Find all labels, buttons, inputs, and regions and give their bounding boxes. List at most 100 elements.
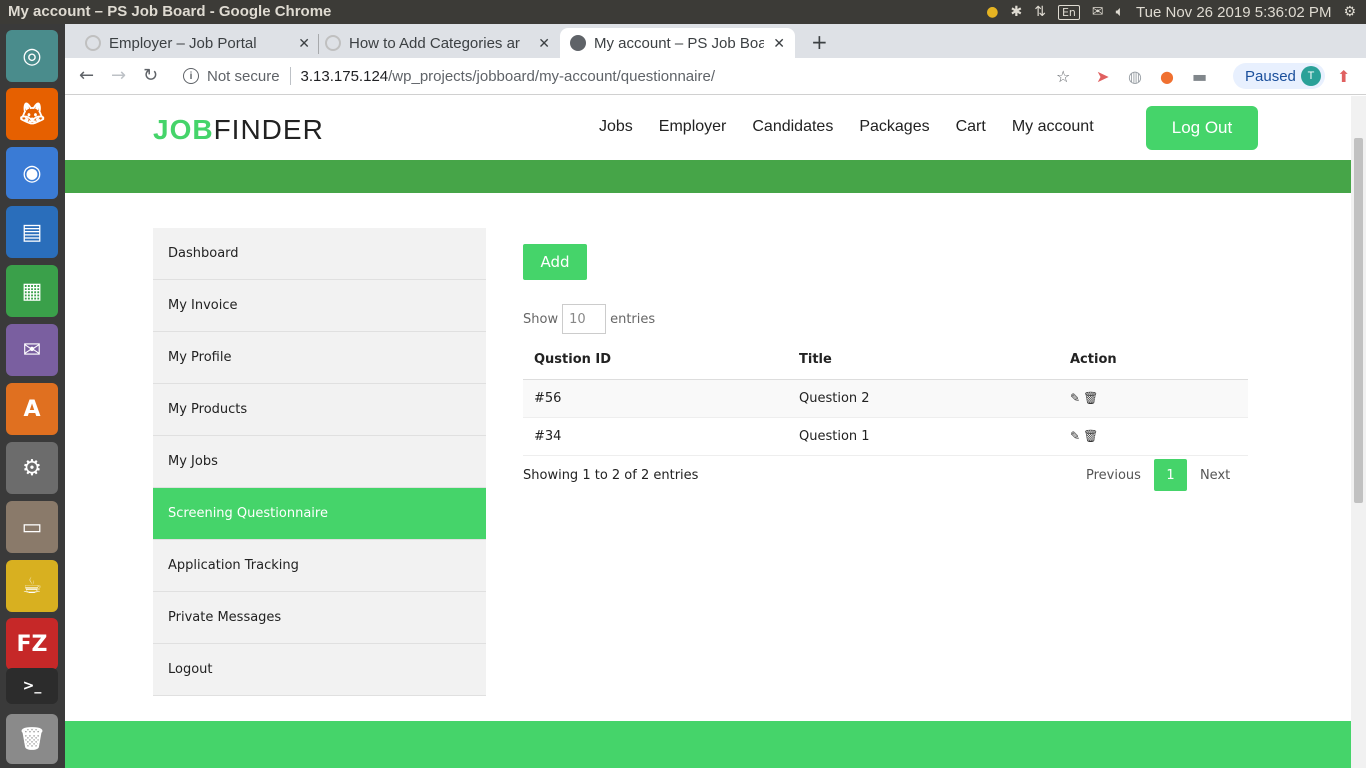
network-icon[interactable]: ⇅ bbox=[1034, 4, 1046, 20]
os-top-panel: My account – PS Job Board - Google Chrom… bbox=[0, 0, 1366, 24]
reload-icon[interactable]: ↻ bbox=[143, 65, 158, 86]
mail-icon[interactable]: ✉ bbox=[1092, 4, 1104, 20]
loading-icon bbox=[325, 35, 341, 51]
volume-icon[interactable]: 🔈︎ bbox=[1116, 4, 1124, 20]
entries-length-control: Show 10 entries bbox=[523, 304, 655, 334]
table-row: #34 Question 1 ✎🗑︎ bbox=[523, 417, 1248, 456]
question-id-cell: #56 bbox=[523, 379, 788, 418]
chrome-tray-icon[interactable]: ● bbox=[986, 4, 998, 20]
nav-jobs[interactable]: Jobs bbox=[599, 118, 633, 136]
pidgin-icon[interactable]: ✉ bbox=[6, 324, 58, 376]
sidebar-item-my-jobs[interactable]: My Jobs bbox=[153, 436, 486, 488]
main-nav: Jobs Employer Candidates Packages Cart M… bbox=[599, 118, 1094, 136]
sidebar-item-application-tracking[interactable]: Application Tracking bbox=[153, 540, 486, 592]
software-center-icon[interactable]: A bbox=[6, 383, 58, 435]
extension-arrow-icon[interactable]: ➤ bbox=[1096, 67, 1109, 86]
writer-icon[interactable]: ▤ bbox=[6, 206, 58, 258]
action-cell: ✎🗑︎ bbox=[1059, 417, 1248, 456]
teapot-icon[interactable]: ☕︎ bbox=[6, 560, 58, 612]
question-title-cell: Question 2 bbox=[788, 379, 1059, 418]
question-title-cell: Question 1 bbox=[788, 417, 1059, 456]
nav-my-account[interactable]: My account bbox=[1012, 118, 1094, 136]
logout-button[interactable]: Log Out bbox=[1146, 106, 1258, 150]
sidebar-item-my-invoice[interactable]: My Invoice bbox=[153, 280, 486, 332]
file-cabinet-icon[interactable]: ▭ bbox=[6, 501, 58, 553]
trash-icon[interactable]: 🗑︎ bbox=[6, 714, 58, 764]
sidebar-item-my-profile[interactable]: My Profile bbox=[153, 332, 486, 384]
filezilla-icon[interactable]: FZ bbox=[6, 618, 58, 670]
sidebar-item-logout[interactable]: Logout bbox=[153, 644, 486, 696]
update-icon[interactable]: ⬆ bbox=[1337, 67, 1350, 86]
table-header-row: Qustion ID Title Action bbox=[523, 341, 1248, 380]
table-info: Showing 1 to 2 of 2 entries bbox=[523, 468, 699, 483]
keyboard-layout-indicator[interactable]: En bbox=[1057, 4, 1080, 20]
sidebar-item-dashboard[interactable]: Dashboard bbox=[153, 228, 486, 280]
close-icon[interactable]: ✕ bbox=[773, 35, 785, 52]
extension-orange-icon[interactable]: ● bbox=[1160, 67, 1174, 86]
close-icon[interactable]: ✕ bbox=[298, 35, 310, 52]
nav-packages[interactable]: Packages bbox=[859, 118, 929, 136]
nav-cart[interactable]: Cart bbox=[956, 118, 986, 136]
next-page-button[interactable]: Next bbox=[1187, 468, 1243, 483]
page-scrollbar[interactable] bbox=[1351, 96, 1366, 768]
calc-icon[interactable]: ▦ bbox=[6, 265, 58, 317]
new-tab-button[interactable]: + bbox=[811, 30, 828, 54]
forward-arrow-icon[interactable]: → bbox=[111, 65, 126, 86]
back-arrow-icon[interactable]: ← bbox=[79, 65, 94, 86]
globe-extension-icon[interactable]: ◍ bbox=[1128, 67, 1142, 86]
edit-icon[interactable]: ✎ bbox=[1070, 429, 1083, 443]
sidebar-item-my-products[interactable]: My Products bbox=[153, 384, 486, 436]
nav-candidates[interactable]: Candidates bbox=[752, 118, 833, 136]
firefox-icon[interactable]: 🦊︎ bbox=[6, 88, 58, 140]
avatar: T bbox=[1301, 66, 1321, 86]
question-id-cell: #34 bbox=[523, 417, 788, 456]
footer-band bbox=[65, 721, 1351, 768]
add-question-button[interactable]: Add bbox=[523, 244, 587, 280]
chrome-icon[interactable]: ◉ bbox=[6, 147, 58, 199]
loading-icon bbox=[85, 35, 101, 51]
info-icon[interactable]: i bbox=[183, 68, 199, 84]
sidebar-item-screening-questionnaire[interactable]: Screening Questionnaire bbox=[153, 488, 486, 540]
chrome-tab-strip: Employer – Job Portal ✕ How to Add Categ… bbox=[65, 24, 1366, 58]
action-cell: ✎🗑︎ bbox=[1059, 379, 1248, 418]
system-tray: ● ✱ ⇅ En ✉ 🔈︎ Tue Nov 26 2019 5:36:02 PM… bbox=[986, 0, 1366, 24]
tab-how-to-add-categories[interactable]: How to Add Categories ar ✕ bbox=[325, 28, 560, 58]
account-sidebar: Dashboard My Invoice My Profile My Produ… bbox=[153, 228, 486, 696]
chrome-toolbar: ← → ↻ i Not secure 3.13.175.124 /wp_proj… bbox=[65, 58, 1366, 95]
pagination: Previous 1 Next bbox=[1073, 459, 1243, 491]
star-icon[interactable]: ☆ bbox=[1056, 67, 1070, 86]
questionnaire-table: Qustion ID Title Action #56 Question 2 ✎… bbox=[523, 341, 1248, 456]
terminal-icon[interactable]: >_ bbox=[6, 668, 58, 704]
gear-icon[interactable]: ⚙ bbox=[1343, 4, 1356, 20]
nav-employer[interactable]: Employer bbox=[659, 118, 727, 136]
trash-icon[interactable]: 🗑︎ bbox=[1083, 391, 1101, 405]
previous-page-button[interactable]: Previous bbox=[1073, 468, 1154, 483]
window-title: My account – PS Job Board - Google Chrom… bbox=[8, 3, 332, 20]
trash-icon[interactable]: 🗑︎ bbox=[1083, 429, 1101, 443]
site-logo[interactable]: JOBFINDER bbox=[153, 114, 324, 146]
column-header-title[interactable]: Title bbox=[788, 341, 1059, 380]
dash-icon[interactable]: ◎ bbox=[6, 30, 58, 82]
column-header-action[interactable]: Action bbox=[1059, 341, 1248, 380]
address-bar[interactable]: i Not secure 3.13.175.124 /wp_projects/j… bbox=[173, 62, 1113, 90]
entries-label: entries bbox=[610, 311, 656, 327]
database-extension-icon[interactable]: ▬ bbox=[1192, 67, 1207, 86]
tab-separator bbox=[318, 34, 319, 54]
tab-employer-job-portal[interactable]: Employer – Job Portal ✕ bbox=[85, 28, 320, 58]
scrollbar-thumb[interactable] bbox=[1354, 138, 1363, 503]
profile-status-chip[interactable]: Paused T bbox=[1233, 63, 1325, 89]
web-page: JOBFINDER Jobs Employer Candidates Packa… bbox=[65, 96, 1351, 768]
column-header-question-id[interactable]: Qustion ID bbox=[523, 341, 788, 380]
edit-icon[interactable]: ✎ bbox=[1070, 391, 1083, 405]
tab-my-account[interactable]: My account – PS Job Boar ✕ bbox=[560, 28, 795, 58]
entries-select[interactable]: 10 bbox=[562, 304, 607, 334]
profile-status-label: Paused bbox=[1245, 67, 1296, 85]
clock[interactable]: Tue Nov 26 2019 5:36:02 PM bbox=[1136, 4, 1331, 21]
url-path: /wp_projects/jobboard/my-account/questio… bbox=[388, 67, 715, 85]
slack-tray-icon[interactable]: ✱ bbox=[1011, 4, 1023, 20]
close-icon[interactable]: ✕ bbox=[538, 35, 550, 52]
table-row: #56 Question 2 ✎🗑︎ bbox=[523, 379, 1248, 418]
system-settings-icon[interactable]: ⚙ bbox=[6, 442, 58, 494]
sidebar-item-private-messages[interactable]: Private Messages bbox=[153, 592, 486, 644]
page-1-button[interactable]: 1 bbox=[1153, 459, 1187, 491]
